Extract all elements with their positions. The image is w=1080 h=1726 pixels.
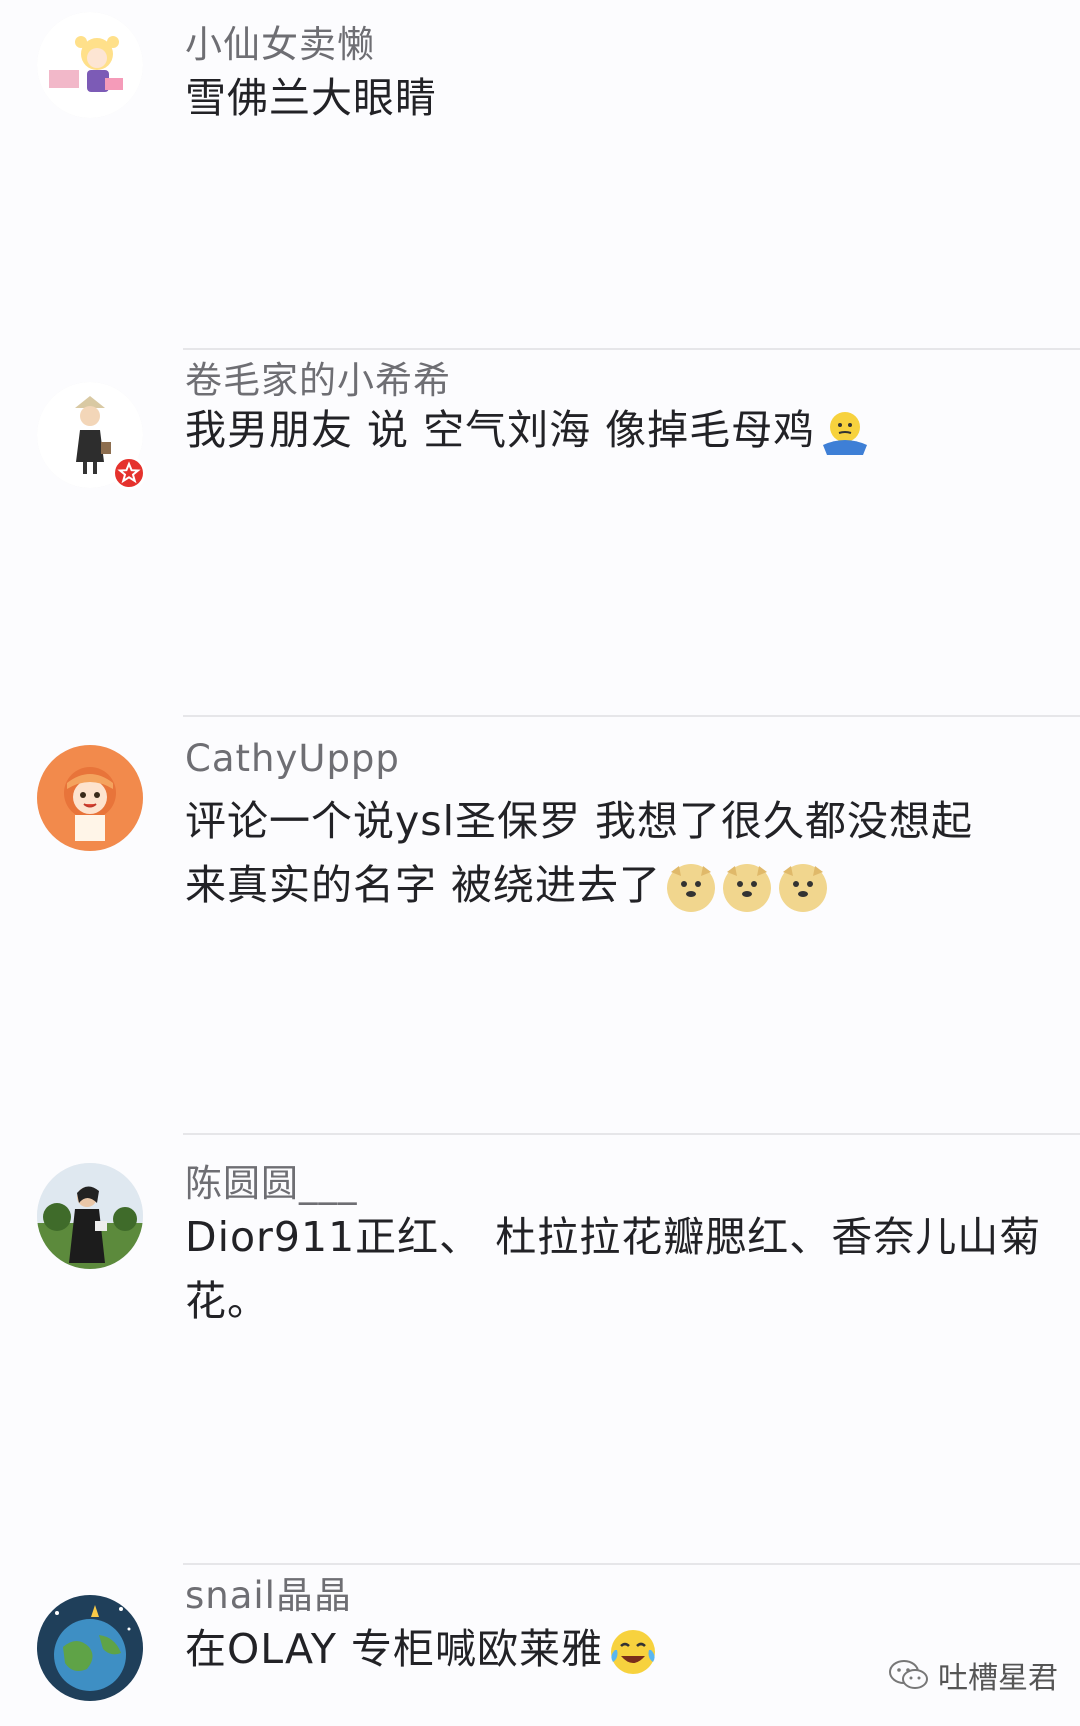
user-avatar[interactable] <box>37 12 143 118</box>
comment-text-line: 评论一个说ysl圣保罗 我想了很久都没想起 <box>185 797 974 845</box>
watermark-text: 吐槽星君 <box>938 1661 1058 1696</box>
shrug-emoji-icon <box>819 409 871 457</box>
comment-text-content: 在OLAY 专柜喊欧莱雅 <box>185 1625 603 1673</box>
username[interactable]: snail晶晶 <box>185 1565 352 1619</box>
username[interactable]: 陈圆圆___ <box>185 1153 358 1207</box>
comment-item: 陈圆圆___ Dior911正红、 杜拉拉花瓣腮红、香奈儿山菊花。 <box>0 1135 1080 1565</box>
comment-text: 雪佛兰大眼睛 <box>185 74 437 122</box>
comment-text-content: 我男朋友 说 空气刘海 像掉毛母鸡 <box>185 406 816 454</box>
laugh-cry-emoji-icon <box>607 1626 659 1678</box>
comment-item: snail晶晶 在OLAY 专柜喊欧莱雅 <box>0 1565 1080 1726</box>
comment-item: CathyUppp 评论一个说ysl圣保罗 我想了很久都没想起 来真实的名字 被… <box>0 717 1080 1135</box>
watermark: 吐槽星君 <box>888 1655 1058 1696</box>
username[interactable]: 卷毛家的小希希 <box>185 350 451 404</box>
user-avatar[interactable] <box>37 1163 143 1269</box>
doge-emoji-icon <box>777 862 829 914</box>
comment-text-line: 来真实的名字 被绕进去了 <box>185 853 1045 917</box>
comment-item: 卷毛家的小希希 我男朋友 说 空气刘海 像掉毛母鸡 <box>0 350 1080 715</box>
anime-girl-avatar-icon <box>37 12 143 118</box>
doge-emoji-icon <box>665 862 717 914</box>
verified-badge <box>112 456 146 490</box>
comment-text: 我男朋友 说 空气刘海 像掉毛母鸡 <box>185 398 1045 462</box>
wechat-icon <box>889 1660 928 1689</box>
username[interactable]: 小仙女卖懒 <box>185 14 375 68</box>
earth-avatar-icon <box>37 1595 143 1701</box>
comment-item: 小仙女卖懒 雪佛兰大眼睛 <box>0 0 1080 350</box>
photo-avatar-icon <box>37 1163 143 1269</box>
comment-text: Dior911正红、 杜拉拉花瓣腮红、香奈儿山菊花。 <box>185 1213 1042 1325</box>
username[interactable]: CathyUppp <box>185 737 400 780</box>
comment-text-content: 来真实的名字 被绕进去了 <box>185 861 662 909</box>
star-badge-icon <box>117 461 141 484</box>
comment-text: 评论一个说ysl圣保罗 我想了很久都没想起 来真实的名字 被绕进去了 <box>185 789 1045 917</box>
user-avatar[interactable] <box>37 745 143 851</box>
user-avatar[interactable] <box>37 1595 143 1701</box>
doge-emoji-icon <box>721 862 773 914</box>
umaru-avatar-icon <box>37 745 143 851</box>
